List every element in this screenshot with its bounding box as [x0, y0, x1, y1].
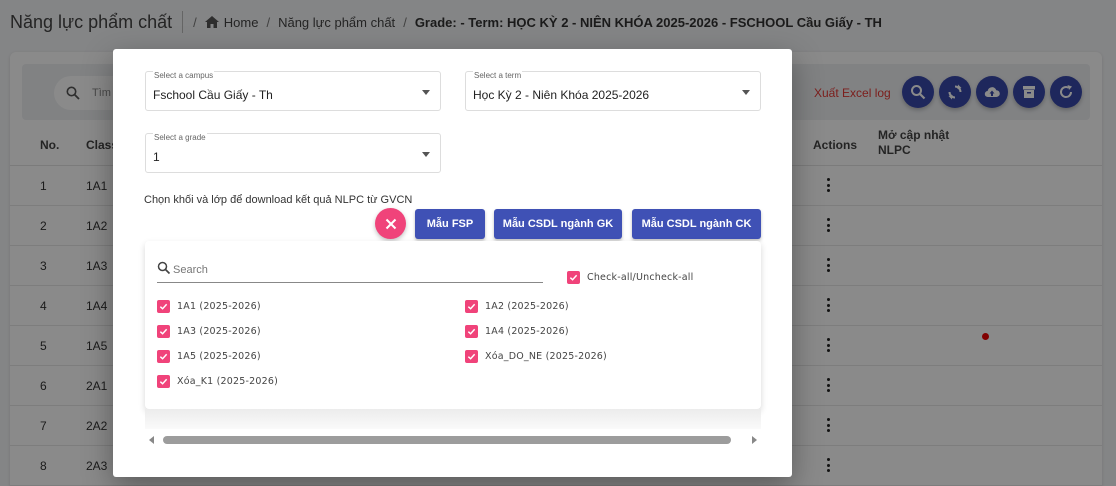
close-button[interactable]: [375, 208, 406, 239]
horizontal-scrollbar[interactable]: [145, 431, 761, 449]
grade-select-label: Select a grade: [153, 133, 207, 142]
class-selection-panel: Check-all/Uncheck-all 1A1 (2025-2026) 1A…: [145, 241, 761, 409]
search-icon: [157, 261, 171, 275]
checkbox-checked-icon: [157, 375, 170, 388]
class-checkbox-1a2[interactable]: 1A2 (2025-2026): [465, 300, 569, 313]
csdl-gk-template-button[interactable]: Mẫu CSDL ngành GK: [494, 209, 622, 239]
class-checkbox-1a5[interactable]: 1A5 (2025-2026): [157, 350, 261, 363]
class-checkbox-label: 1A4 (2025-2026): [485, 326, 569, 337]
class-search-input[interactable]: [173, 262, 533, 278]
download-modal: Select a campus Fschool Cầu Giấy - Th Se…: [113, 49, 792, 477]
class-checkbox-1a3[interactable]: 1A3 (2025-2026): [157, 325, 261, 338]
grade-select-value: 1: [153, 150, 160, 164]
caret-down-icon: [742, 90, 750, 95]
close-icon: [385, 218, 396, 229]
class-checkbox-xoa-k1[interactable]: Xóa_K1 (2025-2026): [157, 375, 278, 388]
campus-select[interactable]: Select a campus Fschool Cầu Giấy - Th: [145, 71, 441, 111]
checkbox-checked-icon: [567, 271, 580, 284]
grade-select[interactable]: Select a grade 1: [145, 133, 441, 173]
helper-text: Chọn khối và lớp để download kết quả NLP…: [144, 194, 413, 206]
campus-select-value: Fschool Cầu Giấy - Th: [153, 88, 273, 102]
checkbox-checked-icon: [465, 300, 478, 313]
class-checkbox-label: Xóa_DO_NE (2025-2026): [485, 351, 607, 362]
class-search-field[interactable]: [157, 259, 543, 283]
class-checkbox-1a1[interactable]: 1A1 (2025-2026): [157, 300, 261, 313]
fsp-template-button[interactable]: Mẫu FSP: [415, 209, 485, 239]
class-checkbox-label: Xóa_K1 (2025-2026): [177, 376, 278, 387]
class-checkbox-label: 1A1 (2025-2026): [177, 301, 261, 312]
class-checkbox-xoa-do-ne[interactable]: Xóa_DO_NE (2025-2026): [465, 350, 607, 363]
csdl-ck-template-button[interactable]: Mẫu CSDL ngành CK: [632, 209, 761, 239]
scroll-left-arrow-icon[interactable]: [149, 436, 154, 444]
class-checkbox-label: 1A2 (2025-2026): [485, 301, 569, 312]
check-all-checkbox[interactable]: Check-all/Uncheck-all: [567, 271, 693, 284]
campus-select-label: Select a campus: [153, 71, 215, 80]
class-checkbox-label: 1A3 (2025-2026): [177, 326, 261, 337]
panel-bottom-shadow: [145, 409, 761, 429]
checkbox-checked-icon: [465, 325, 478, 338]
scrollbar-thumb[interactable]: [163, 436, 731, 444]
class-checkbox-label: 1A5 (2025-2026): [177, 351, 261, 362]
checkbox-checked-icon: [157, 300, 170, 313]
caret-down-icon: [422, 152, 430, 157]
check-all-label: Check-all/Uncheck-all: [587, 272, 694, 283]
term-select-value: Học Kỳ 2 - Niên Khóa 2025-2026: [473, 88, 650, 102]
class-checkbox-1a4[interactable]: 1A4 (2025-2026): [465, 325, 569, 338]
scroll-right-arrow-icon[interactable]: [752, 436, 757, 444]
checkbox-checked-icon: [157, 325, 170, 338]
checkbox-checked-icon: [157, 350, 170, 363]
checkbox-checked-icon: [465, 350, 478, 363]
term-select[interactable]: Select a term Học Kỳ 2 - Niên Khóa 2025-…: [465, 71, 761, 111]
caret-down-icon: [422, 90, 430, 95]
term-select-label: Select a term: [473, 71, 523, 80]
